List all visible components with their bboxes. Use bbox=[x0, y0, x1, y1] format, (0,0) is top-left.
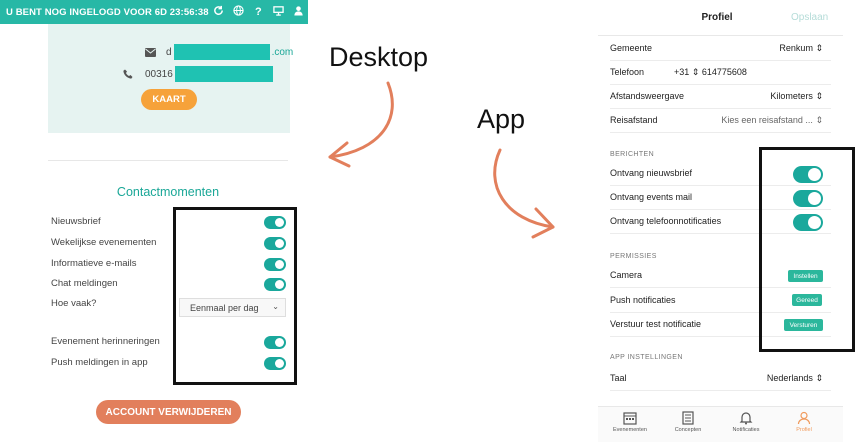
arrow-to-app bbox=[493, 148, 555, 229]
calendar-icon bbox=[623, 412, 637, 425]
row-municipality[interactable]: Gemeente Renkum ⇕ bbox=[610, 37, 831, 61]
tab-concepts[interactable]: Concepten bbox=[659, 411, 717, 433]
save-button[interactable]: Opslaan bbox=[791, 12, 828, 23]
tab-events[interactable]: Evenementen bbox=[601, 411, 659, 433]
row-label: Verstuur test notificatie bbox=[610, 319, 702, 329]
section-heading-messages: BERICHTEN bbox=[610, 151, 655, 158]
arrow-to-desktop bbox=[328, 81, 394, 159]
chevron-updown-icon: ⇕ bbox=[815, 91, 823, 101]
row-label: Telefoon bbox=[610, 67, 645, 77]
document-icon bbox=[682, 411, 694, 425]
row-distance-display[interactable]: Afstandsweergave Kilometers ⇕ bbox=[610, 85, 831, 109]
chevron-updown-icon: ⇕ bbox=[815, 43, 823, 53]
tab-label: Profiel bbox=[796, 427, 812, 433]
row-phone[interactable]: Telefoon +31 ⇕ 614775608 bbox=[610, 61, 831, 85]
section-heading-app-settings: APP INSTELLINGEN bbox=[610, 354, 683, 361]
section-heading-permissions: PERMISSIES bbox=[610, 253, 657, 260]
bottom-tab-bar: Evenementen Concepten Notificaties Profi… bbox=[598, 406, 843, 442]
row-value: Nederlands ⇕ bbox=[766, 373, 823, 383]
row-label: Ontvang nieuwsbrief bbox=[610, 168, 693, 178]
row-label: Taal bbox=[610, 373, 627, 383]
app-header: Profiel Opslaan bbox=[598, 0, 843, 36]
highlight-frame-app bbox=[759, 147, 855, 352]
tab-label: Evenementen bbox=[613, 427, 647, 433]
row-value: Kies een reisafstand ... ⇕ bbox=[721, 115, 823, 125]
row-label: Camera bbox=[610, 270, 643, 280]
row-label: Reisafstand bbox=[610, 115, 658, 125]
row-label: Ontvang telefoonnotificaties bbox=[610, 216, 722, 226]
row-travel-distance[interactable]: Reisafstand Kies een reisafstand ... ⇕ bbox=[610, 109, 831, 133]
row-label: Gemeente bbox=[610, 43, 653, 53]
bell-icon bbox=[739, 412, 753, 425]
chevron-updown-icon: ⇕ bbox=[815, 115, 823, 125]
profile-icon bbox=[797, 411, 811, 425]
row-language[interactable]: Taal Nederlands ⇕ bbox=[610, 367, 831, 391]
phone-field[interactable]: +31 ⇕ 614775608 bbox=[674, 67, 747, 78]
tab-label: Notificaties bbox=[732, 427, 760, 433]
tab-profile[interactable]: Profiel bbox=[775, 411, 833, 433]
tab-label: Concepten bbox=[674, 427, 702, 433]
row-label: Push notificaties bbox=[610, 295, 676, 305]
row-label: Afstandsweergave bbox=[610, 91, 685, 101]
row-value: Kilometers ⇕ bbox=[770, 91, 823, 101]
chevron-updown-icon: ⇕ bbox=[691, 67, 700, 77]
row-value: Renkum ⇕ bbox=[779, 43, 823, 53]
chevron-updown-icon: ⇕ bbox=[815, 373, 823, 383]
row-label: Ontvang events mail bbox=[610, 192, 693, 202]
tab-notifications[interactable]: Notificaties bbox=[717, 411, 775, 433]
